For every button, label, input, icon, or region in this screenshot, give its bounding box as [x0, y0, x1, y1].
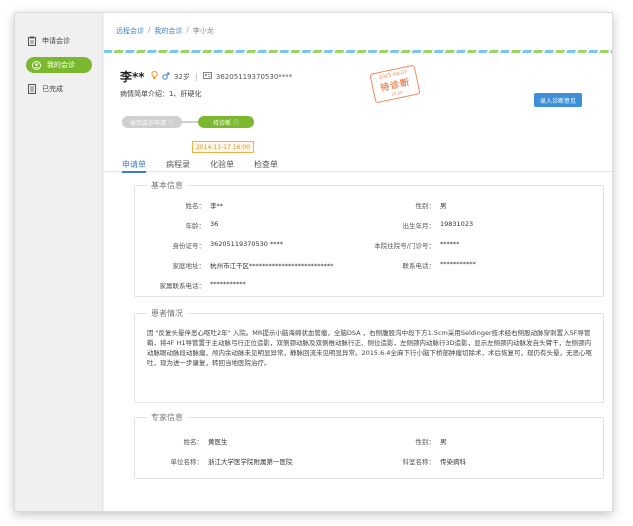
condition-text: 因 "反复头晕伴恶心呕吐2年" 入院。MR提示小脑海绵状血管瘤，全脑DSA ，右… [147, 329, 592, 367]
sidebar-item-label: 我的会诊 [47, 61, 75, 69]
patient-id-number: 36205119370530**** [215, 72, 293, 81]
sidebar-item-label: 申请会诊 [42, 37, 70, 45]
expert-org: 单位名称： 浙江大学医学院附属第一医院 [170, 458, 293, 466]
expert-info-section: 专家信息 姓名： 黄医生 单位名称： 浙江大学医学院附属第一医院 性别： 男 科… [134, 412, 604, 479]
field-hospital-number: 本院住院号/门诊号： ****** [374, 240, 460, 250]
user-icon [32, 60, 41, 70]
section-title: 患者情况 [147, 308, 187, 319]
tab-course-record[interactable]: 病程录 [166, 159, 190, 170]
sidebar-item-my-consult[interactable]: 我的会诊 [26, 57, 92, 73]
breadcrumb-remote[interactable]: 远程会诊 [116, 26, 144, 36]
section-title: 专家信息 [147, 412, 187, 423]
status-stamp: 2015-04-07 待诊断 16:00 [369, 64, 421, 104]
patient-age: 32岁 [174, 72, 190, 81]
sidebar-item-completed[interactable]: 已完成 [27, 81, 63, 97]
field-family-phone: 家属联系电话： *********** [159, 280, 246, 290]
enter-diagnosis-button[interactable]: 录入诊断意见 [534, 93, 582, 107]
clipboard-icon [27, 36, 36, 46]
patient-meta: 32岁 36205119370530**** [151, 70, 293, 82]
info-icon: ⓘ [168, 119, 175, 127]
checklist-icon [27, 84, 36, 94]
id-card-icon [202, 72, 212, 81]
expert-dept: 科室名称： 传染病科 [402, 458, 467, 466]
expert-name: 姓名： 黄医生 [183, 438, 228, 446]
field-birth: 出生年月： 19831023 [402, 220, 474, 230]
sidebar: 申请会诊 我的会诊 已完成 [15, 13, 103, 511]
tab-lab-report[interactable]: 化验单 [210, 159, 234, 170]
tab-application[interactable]: 申请单 [122, 159, 146, 173]
tab-bar: 申请单 病程录 化验单 检查单 [104, 158, 612, 173]
info-icon: ⓘ [233, 119, 240, 127]
field-gender: 性别： 男 [415, 202, 447, 210]
sidebar-item-apply[interactable]: 申请会诊 [27, 33, 70, 49]
expert-gender: 性别： 男 [415, 438, 447, 446]
progress-date-tooltip: 2014-11-17 16:00 [192, 141, 254, 153]
condition-section: 患者情况 因 "反复头晕伴恶心呕吐2年" 入院。MR提示小脑海绵状血管瘤，全脑D… [134, 308, 604, 403]
progress-steps: 收到会诊申请 ⓘ 待诊断 ⓘ [122, 116, 254, 128]
progress-step-pending: 待诊断 ⓘ [198, 116, 254, 128]
progress-step-received: 收到会诊申请 ⓘ [122, 116, 182, 128]
basic-info-section: 基本信息 姓名： 李** 年龄： 36 身份证号： 36205119370530… [134, 180, 604, 297]
patient-diagnosis: 病情简单介绍：1、肝硬化 [120, 90, 202, 98]
patient-name: 李** [120, 70, 145, 84]
breadcrumb-my-consult[interactable]: 我的会诊 [154, 26, 182, 36]
breadcrumb-current: 李小龙 [192, 27, 214, 35]
tab-exam-report[interactable]: 检查单 [254, 159, 278, 170]
bulb-icon [151, 70, 158, 82]
field-id-number: 身份证号： 36205119370530 **** [172, 240, 283, 250]
sidebar-item-label: 已完成 [42, 85, 63, 93]
field-name: 姓名： 李** [185, 202, 224, 210]
airmail-divider [104, 50, 612, 53]
male-icon [162, 72, 170, 82]
field-address: 家庭地址： 杭州市江干区************************** [172, 262, 334, 270]
app-window: 申请会诊 我的会诊 已完成 远程会诊 / 我的会诊 / 李小龙 李** 32岁 … [14, 12, 613, 512]
breadcrumb: 远程会诊 / 我的会诊 / 李小龙 [116, 26, 214, 36]
field-phone: 联系电话： *********** [402, 260, 476, 270]
main-content: 远程会诊 / 我的会诊 / 李小龙 李** 32岁 36205119370530… [104, 13, 612, 511]
section-title: 基本信息 [147, 180, 187, 191]
field-age: 年龄： 36 [185, 220, 219, 230]
